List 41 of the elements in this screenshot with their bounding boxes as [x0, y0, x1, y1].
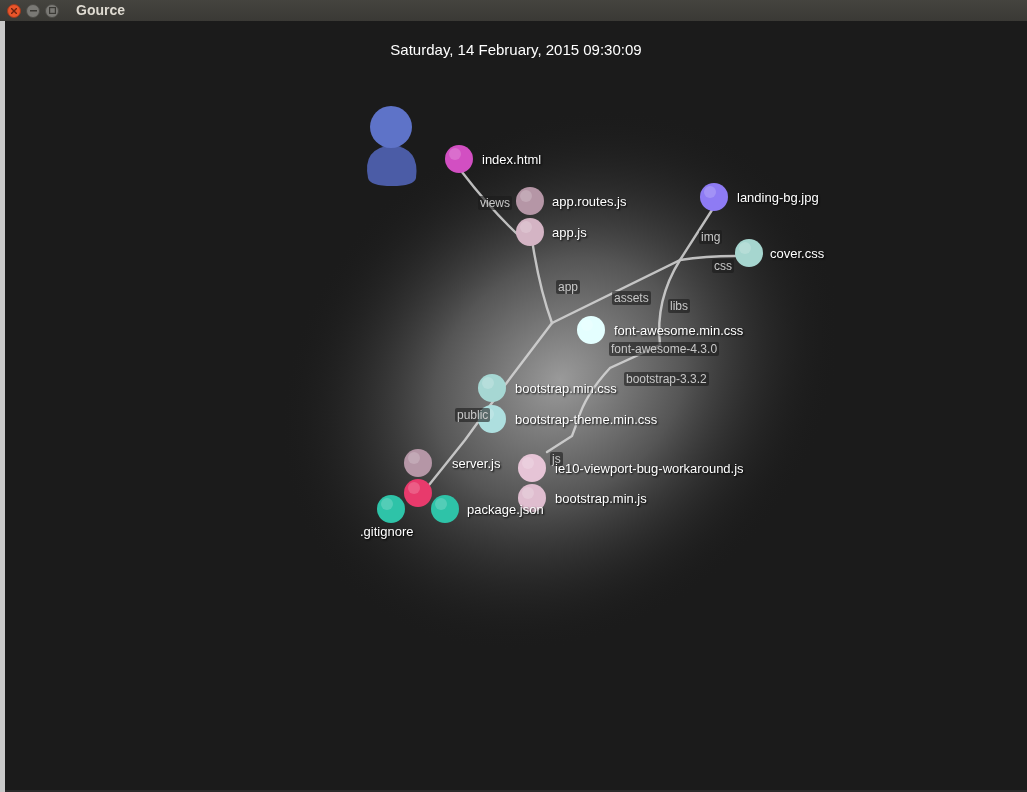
maximize-button[interactable] — [45, 3, 59, 18]
file-node — [516, 187, 544, 215]
minimize-button[interactable] — [26, 3, 40, 18]
maximize-icon — [48, 7, 56, 14]
file-label: app.js — [552, 225, 587, 240]
file-label: cover.css — [770, 246, 825, 261]
file-label: app.routes.js — [552, 194, 627, 209]
file-node — [404, 449, 432, 477]
directory-label: views — [478, 196, 512, 210]
file-label: bootstrap.min.css — [515, 381, 617, 396]
date-time-text: Saturday, 14 February, 2015 09:30:09 — [389, 40, 643, 60]
minimize-icon — [29, 9, 37, 12]
directory-label: css — [712, 259, 734, 273]
file-label: bootstrap.min.js — [555, 491, 647, 506]
directory-label: assets — [612, 291, 651, 305]
directory-label: bootstrap-3.3.2 — [624, 372, 709, 386]
file-node — [431, 495, 459, 523]
file-node — [735, 239, 763, 267]
file-node — [518, 454, 546, 482]
file-node — [577, 316, 605, 344]
file-label: .gitignore — [360, 524, 414, 539]
file-node — [445, 145, 473, 173]
file-label: server.js — [452, 456, 501, 471]
file-label: index.html — [482, 152, 542, 167]
file-node — [516, 218, 544, 246]
close-icon — [11, 7, 17, 14]
directory-label: libs — [668, 299, 690, 313]
file-label: landing-bg.jpg — [737, 190, 819, 205]
file-node — [700, 183, 728, 211]
close-button[interactable] — [7, 3, 21, 18]
file-label: package.json — [467, 502, 544, 517]
file-node — [377, 495, 405, 523]
directory-label: img — [699, 230, 723, 244]
directory-label: js — [550, 452, 563, 466]
file-node — [404, 479, 432, 507]
directory-label: app — [556, 280, 581, 294]
directory-label: public — [455, 408, 491, 422]
file-node — [478, 374, 506, 402]
directory-label: font-awesome-4.3.0 — [609, 342, 720, 356]
window-title: Gource — [76, 1, 125, 20]
user-icon — [367, 106, 417, 186]
